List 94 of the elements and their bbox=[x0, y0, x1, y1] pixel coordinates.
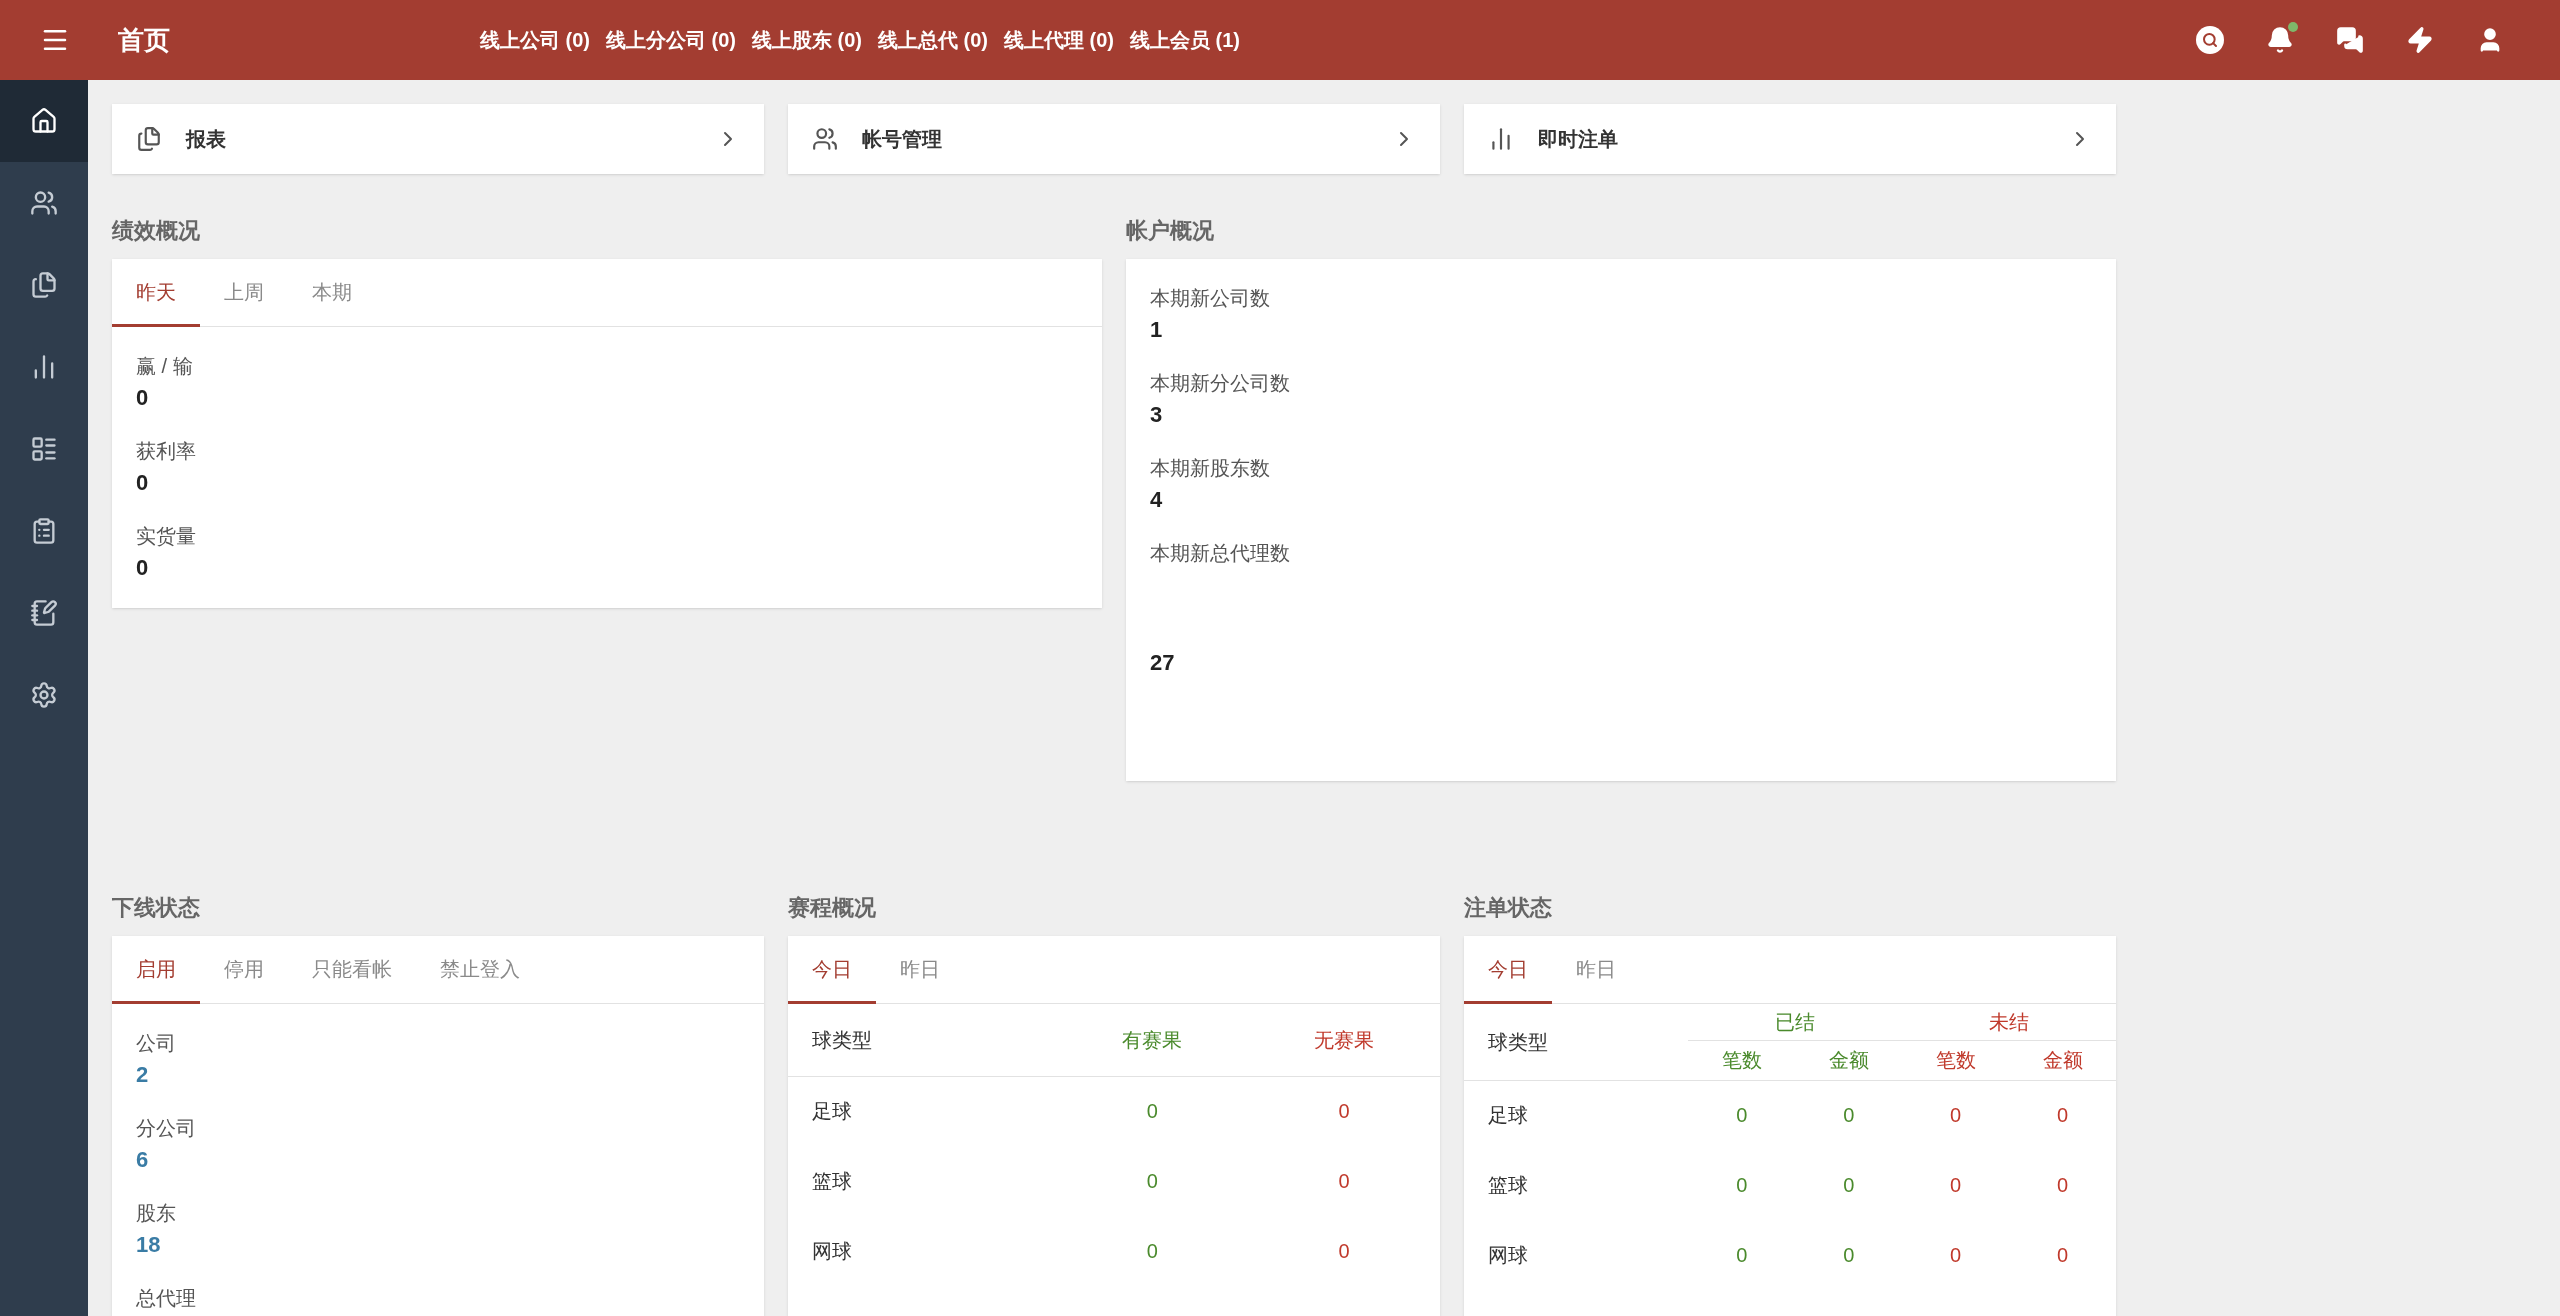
table-cell: 篮球 bbox=[812, 1170, 852, 1192]
page-title: 首页 bbox=[118, 23, 170, 57]
tab[interactable]: 今日 bbox=[788, 936, 876, 1004]
stat-label: 本期新分公司数 bbox=[1150, 371, 1290, 396]
table-cell: 0 bbox=[1338, 1100, 1350, 1123]
stat-value: 1 bbox=[1150, 316, 1163, 344]
stat-label: 股东 bbox=[136, 1201, 176, 1226]
stat-value: 2 bbox=[136, 1061, 149, 1089]
stat-label: 公司 bbox=[136, 1031, 176, 1056]
table-cell: 0 bbox=[1950, 1244, 1962, 1266]
tab[interactable]: 只能看帐 bbox=[288, 936, 416, 1004]
nav-link[interactable]: 线上分公司 (0) bbox=[606, 25, 736, 55]
stat-label: 获利率 bbox=[136, 439, 196, 464]
column-header: 球类型 bbox=[1488, 1030, 1548, 1053]
table-cell: 0 bbox=[1146, 1170, 1158, 1192]
section-title: 下线状态 bbox=[112, 894, 200, 922]
stat-label: 分公司 bbox=[136, 1116, 196, 1141]
tab[interactable]: 昨天 bbox=[112, 259, 200, 327]
table-cell: 0 bbox=[1843, 1244, 1855, 1266]
stat-label: 本期新总代理数 bbox=[1150, 541, 1290, 566]
table-cell: 足球 bbox=[1488, 1104, 1528, 1127]
column-header: 已结 bbox=[1775, 1010, 1816, 1033]
stat-value: 0 bbox=[136, 554, 149, 582]
table-cell: 0 bbox=[2056, 1174, 2069, 1196]
table-cell: 0 bbox=[1736, 1174, 1748, 1196]
stat-value: 27 bbox=[1150, 649, 1175, 677]
tab[interactable]: 今日 bbox=[1464, 936, 1552, 1004]
column-header: 金额 bbox=[1828, 1049, 1869, 1071]
search-button[interactable] bbox=[2196, 26, 2224, 54]
stat-label: 本期新公司数 bbox=[1150, 286, 1270, 311]
table-cell: 0 bbox=[1146, 1100, 1158, 1123]
lightning-button[interactable] bbox=[2406, 26, 2434, 54]
tab[interactable]: 本期 bbox=[288, 259, 376, 327]
table-cell: 0 bbox=[1950, 1104, 1962, 1127]
chat-button[interactable] bbox=[2336, 26, 2364, 54]
stat-value: 0 bbox=[136, 384, 149, 412]
table-cell: 0 bbox=[2056, 1244, 2069, 1266]
table-cell: 0 bbox=[1950, 1174, 1962, 1196]
table-cell: 网球 bbox=[1488, 1244, 1528, 1266]
table-cell: 0 bbox=[1338, 1240, 1350, 1262]
column-header: 笔数 bbox=[1721, 1049, 1762, 1071]
nav-link[interactable]: 线上总代 (0) bbox=[878, 25, 988, 55]
section-title: 绩效概况 bbox=[112, 217, 200, 245]
tab[interactable]: 上周 bbox=[200, 259, 288, 327]
shortcut-card[interactable]: 帐号管理 bbox=[788, 104, 1440, 174]
table-cell: 0 bbox=[1736, 1104, 1748, 1127]
table-cell: 0 bbox=[1146, 1240, 1158, 1262]
nav-link[interactable]: 线上股东 (0) bbox=[752, 25, 862, 55]
users-icon bbox=[30, 189, 58, 217]
stat-label: 本期新股东数 bbox=[1150, 456, 1270, 481]
tab[interactable]: 停用 bbox=[200, 936, 288, 1004]
table-cell: 0 bbox=[1338, 1170, 1350, 1192]
stat-label: 赢 / 输 bbox=[136, 354, 193, 379]
list-icon bbox=[30, 435, 58, 463]
nav-link[interactable]: 线上代理 (0) bbox=[1004, 25, 1114, 55]
search-icon bbox=[2202, 32, 2218, 48]
users-icon bbox=[812, 126, 838, 152]
stat-label: 实货量 bbox=[136, 524, 196, 549]
tab[interactable]: 昨日 bbox=[1552, 936, 1640, 1004]
table-cell: 篮球 bbox=[1488, 1174, 1528, 1196]
nav-link[interactable]: 线上会员 (1) bbox=[1130, 25, 1240, 55]
column-header: 球类型 bbox=[812, 1028, 872, 1051]
table-cell: 0 bbox=[1843, 1104, 1855, 1127]
table-cell: 0 bbox=[1736, 1244, 1748, 1266]
stat-value: 3 bbox=[1150, 401, 1163, 429]
table-cell: 足球 bbox=[812, 1100, 852, 1123]
stat-label: 总代理 bbox=[136, 1286, 196, 1311]
shortcut-card[interactable]: 即时注单 bbox=[1464, 104, 2116, 174]
stat-value: 18 bbox=[136, 1231, 161, 1259]
section-title: 赛程概况 bbox=[788, 894, 876, 922]
documents-icon bbox=[136, 126, 162, 152]
sidebar-item[interactable] bbox=[0, 80, 88, 162]
notebook-icon bbox=[30, 599, 58, 627]
stat-value: 4 bbox=[1150, 486, 1163, 514]
home-icon bbox=[30, 107, 58, 135]
stat-value: 6 bbox=[136, 1146, 149, 1174]
tab[interactable]: 启用 bbox=[112, 936, 200, 1004]
tab[interactable]: 昨日 bbox=[876, 936, 964, 1004]
table-cell: 0 bbox=[1843, 1174, 1855, 1196]
column-header: 笔数 bbox=[1935, 1049, 1976, 1071]
column-header: 未结 bbox=[1989, 1010, 2030, 1033]
documents-icon bbox=[30, 271, 58, 299]
tab[interactable]: 禁止登入 bbox=[416, 936, 544, 1004]
settings-icon bbox=[30, 681, 58, 709]
column-header: 无赛果 bbox=[1314, 1028, 1375, 1051]
shortcut-card[interactable]: 报表 bbox=[112, 104, 764, 174]
table-cell: 0 bbox=[2056, 1104, 2069, 1127]
column-header: 有赛果 bbox=[1122, 1028, 1183, 1051]
nav-link[interactable]: 线上公司 (0) bbox=[480, 25, 590, 55]
stat-value: 0 bbox=[136, 469, 149, 497]
section-title: 注单状态 bbox=[1464, 894, 1552, 922]
section-title: 帐户概况 bbox=[1126, 217, 1214, 245]
table-cell: 网球 bbox=[812, 1240, 852, 1262]
column-header: 金额 bbox=[2042, 1049, 2083, 1071]
